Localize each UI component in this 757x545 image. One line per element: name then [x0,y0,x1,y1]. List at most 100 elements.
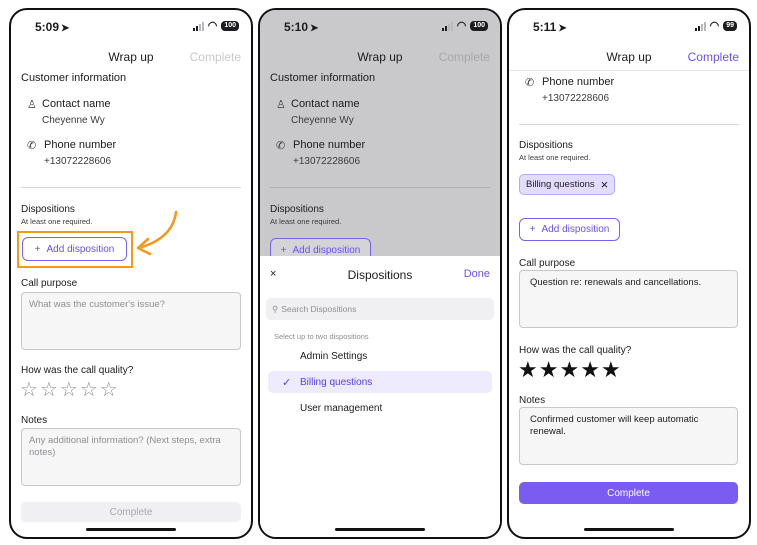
phone-icon: ✆ [276,140,286,152]
add-disposition-label: Add disposition [541,224,610,235]
phone-icon: ✆ [27,140,37,152]
phone-number-label: Phone number [542,76,615,88]
option-admin-settings[interactable]: Admin Settings [268,345,492,367]
option-label: User management [300,402,383,414]
wifi-icon: ◠ [709,20,720,32]
done-button[interactable]: Done [464,268,490,280]
sheet-header: × Dispositions Done [260,268,500,284]
notes-heading: Notes [519,395,546,406]
call-purpose-input[interactable]: Question re: renewals and cancellations. [519,270,738,328]
wifi-icon: ◠ [207,20,218,32]
star-outline-icon[interactable]: ☆ [80,380,98,400]
phone-number-label: Phone number [293,139,366,151]
contact-name-value: Cheyenne Wy [42,115,105,126]
person-icon: ♙ [27,99,37,111]
star-outline-icon[interactable]: ☆ [100,380,118,400]
notes-input[interactable]: Any additional information? (Next steps,… [21,428,241,486]
selection-hint: Select up to two dispositions [274,332,369,341]
wifi-icon: ◠ [456,20,467,32]
dispositions-hint: At least one required. [519,153,591,162]
complete-nav-button[interactable]: Complete [688,50,739,64]
home-indicator [335,528,425,531]
plus-icon: + [529,224,536,235]
call-purpose-heading: Call purpose [519,258,576,269]
signal-icon [192,21,204,31]
add-disposition-label: Add disposition [46,243,115,255]
phone-number-value: +13072228606 [44,156,112,167]
notes-heading: Notes [21,415,48,426]
star-filled-icon[interactable]: ★ [601,359,621,381]
checkmark-icon: ✓ [282,376,292,389]
dispositions-hint: At least one required. [21,217,93,226]
star-outline-icon[interactable]: ☆ [20,380,38,400]
complete-button[interactable]: Complete [21,502,241,522]
nav-bar: Wrap up Complete [11,50,251,66]
star-filled-icon[interactable]: ★ [580,359,600,381]
star-filled-icon[interactable]: ★ [559,359,579,381]
option-label: Admin Settings [300,350,368,362]
person-icon: ♙ [276,99,286,111]
divider [270,187,490,188]
star-rating[interactable]: ★ ★ ★ ★ ★ [518,359,621,381]
star-filled-icon[interactable]: ★ [518,359,538,381]
battery-icon: 99 [723,21,737,31]
dispositions-heading: Dispositions [519,140,573,151]
status-bar: 5:10 ➤ ◠ 100 [260,20,500,36]
status-time: 5:11 ➤ [533,20,567,34]
customer-info-heading: Customer information [21,72,127,84]
status-bar: 5:11 ➤ ◠ 99 [509,20,749,36]
option-billing-questions[interactable]: ✓ Billing questions [268,371,492,393]
signal-icon [441,21,453,31]
star-outline-icon[interactable]: ☆ [60,380,78,400]
phone-icon: ✆ [525,77,535,89]
disposition-chip[interactable]: Billing questions × [519,174,616,195]
status-time: 5:09 ➤ [35,20,70,34]
chip-label: Billing questions [526,179,595,190]
option-label: Billing questions [300,376,373,388]
contact-name-label: Contact name [42,98,111,110]
home-indicator [86,528,176,531]
location-arrow-icon: ➤ [310,23,319,34]
home-indicator [584,528,674,531]
phone-number-label: Phone number [44,139,117,151]
dispositions-heading: Dispositions [270,204,324,215]
add-disposition-button[interactable]: + Add disposition [22,237,127,261]
phone-screen-wrap-up-empty: 5:09 ➤ ◠ 100 Wrap up Complete Customer in… [9,8,253,539]
plus-icon: + [280,244,287,256]
contact-name-value: Cheyenne Wy [291,115,354,126]
customer-info-heading: Customer information [270,72,376,84]
divider [519,124,739,125]
complete-button[interactable]: Complete [519,482,738,504]
phone-screen-wrap-up-filled: 5:11 ➤ ◠ 99 Wrap up Complete ✆ Phone numb… [507,8,751,539]
remove-icon[interactable]: × [601,177,609,192]
phone-number-value: +13072228606 [293,156,361,167]
nav-bar: Wrap up Complete [509,50,749,66]
search-placeholder: Search Dispositions [281,304,357,314]
status-bar: 5:09 ➤ ◠ 100 [11,20,251,36]
notes-input[interactable]: Confirmed customer will keep automatic r… [519,407,738,465]
star-filled-icon[interactable]: ★ [539,359,559,381]
battery-icon: 100 [221,21,239,31]
star-outline-icon[interactable]: ☆ [40,380,58,400]
status-time: 5:10 ➤ [284,20,319,34]
divider [21,187,241,188]
dispositions-hint: At least one required. [270,217,342,226]
location-arrow-icon: ➤ [558,23,567,34]
dispositions-heading: Dispositions [21,204,75,215]
battery-icon: 100 [470,21,488,31]
call-purpose-input[interactable]: What was the customer's issue? [21,292,241,350]
add-disposition-button[interactable]: + Add disposition [519,218,620,241]
nav-divider [509,70,749,71]
phone-number-value: +13072228606 [542,93,610,104]
complete-nav-button[interactable]: Complete [439,50,490,64]
complete-nav-button[interactable]: Complete [190,50,241,64]
option-user-management[interactable]: User management [268,397,492,419]
plus-icon: + [34,243,41,255]
signal-icon [694,21,706,31]
call-quality-heading: How was the call quality? [21,365,134,376]
contact-name-label: Contact name [291,98,360,110]
orange-arrow-annotation [136,210,178,256]
search-input[interactable]: ⚲ Search Dispositions [266,298,494,320]
star-rating[interactable]: ☆ ☆ ☆ ☆ ☆ [20,380,118,400]
call-quality-heading: How was the call quality? [519,345,632,356]
